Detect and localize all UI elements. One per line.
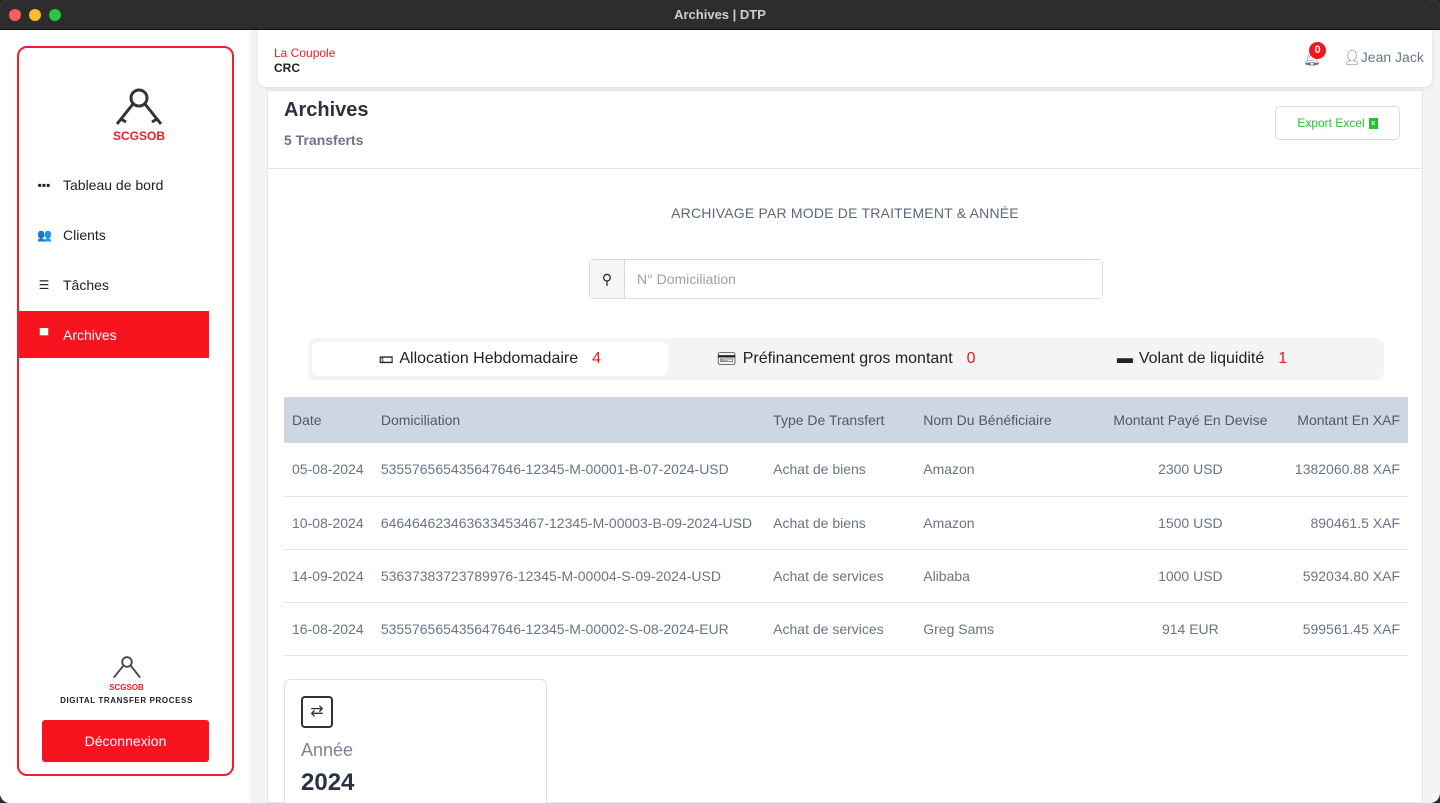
- table-cell: 535576565435647646-12345-M-00001-B-07-20…: [372, 443, 766, 497]
- table-cell: 1000 USD: [1093, 549, 1287, 603]
- table-cell: 16-08-2024: [284, 602, 373, 656]
- table-cell: 592034.80 XAF: [1286, 549, 1408, 603]
- table-cell: Achat de services: [765, 549, 916, 603]
- col-montant-xaf[interactable]: Montant En XAF: [1286, 397, 1408, 443]
- table-cell: Amazon: [915, 443, 1094, 497]
- sidebar-item-tableau-de-bord[interactable]: ▪▪▪ Tableau de bord: [19, 161, 209, 208]
- tab-label: Allocation Hebdomadaire: [399, 350, 579, 367]
- section-title: ARCHIVAGE PAR MODE DE TRAITEMENT & ANNÉE: [671, 205, 1019, 221]
- table-cell: 1500 USD: [1093, 496, 1287, 550]
- table-row[interactable]: 16-08-2024 535576565435647646-12345-M-000…: [284, 602, 1408, 656]
- sidebar-item-archives[interactable]: ▀ Archives: [19, 311, 209, 358]
- exchange-arrows-icon: ⇄: [301, 696, 333, 728]
- divider: [268, 168, 1422, 169]
- tab-label: Volant de liquidité: [1138, 350, 1265, 367]
- col-domiciliation[interactable]: Domiciliation: [372, 397, 766, 443]
- archives-table-container: Date Domiciliation Type De Transfert Nom…: [284, 397, 1408, 656]
- money-check-icon: 💳︎: [716, 351, 737, 368]
- logout-button[interactable]: Déconnexion: [42, 720, 209, 762]
- table-cell: 1382060.88 XAF: [1286, 443, 1408, 497]
- archive-icon: ▀: [39, 327, 49, 342]
- table-cell: 05-08-2024: [284, 443, 373, 497]
- table-cell: 14-09-2024: [284, 549, 373, 603]
- table-cell: Amazon: [915, 496, 1094, 550]
- app-window: Archives | DTP SCGSOB ▪▪▪ Tableau de bord…: [0, 0, 1440, 803]
- sidebar-item-label: Clients: [63, 226, 106, 243]
- mode-tabs: 💵︎ Allocation Hebdomadaire 4 💳︎ Préfinancem…: [308, 338, 1384, 380]
- page-title: Archives: [284, 99, 369, 121]
- table-cell: 10-08-2024: [284, 496, 373, 550]
- export-label: Export Excel: [1297, 116, 1365, 130]
- transfer-count: 5 Transferts: [284, 132, 364, 148]
- grid-icon: ▪▪▪: [37, 177, 51, 192]
- sidebar-item-taches[interactable]: ☰ Tâches: [19, 261, 209, 308]
- minimize-window-button[interactable]: [29, 9, 41, 21]
- table-cell: Achat de services: [765, 602, 916, 656]
- tab-count: 4: [592, 350, 602, 367]
- org-name: La Coupole: [274, 46, 336, 60]
- tab-allocation-hebdomadaire[interactable]: 💵︎ Allocation Hebdomadaire 4: [312, 342, 668, 376]
- domiciliation-search-input[interactable]: [625, 260, 1102, 298]
- user-menu[interactable]: 👤︎Jean Jack: [1343, 49, 1424, 66]
- users-icon: 👥: [37, 227, 52, 242]
- table-cell: 535576565435647646-12345-M-00002-S-08-20…: [372, 602, 766, 656]
- export-excel-button[interactable]: Export Excel x: [1275, 106, 1400, 140]
- col-date[interactable]: Date: [284, 397, 373, 443]
- tab-count: 1: [1278, 350, 1288, 367]
- table-row[interactable]: 05-08-2024 535576565435647646-12345-M-000…: [284, 443, 1408, 497]
- col-beneficiaire[interactable]: Nom Du Bénéficiaire: [915, 397, 1094, 443]
- sidebar-frame: SCGSOB ▪▪▪ Tableau de bord 👥 Clients ☰ Tâch…: [17, 46, 234, 776]
- user-icon: 👤︎: [1343, 49, 1361, 65]
- col-montant-devise[interactable]: Montant Payé En Devise: [1093, 397, 1287, 443]
- tasks-icon: ☰: [38, 277, 50, 292]
- close-window-button[interactable]: [9, 9, 21, 21]
- org-code: CRC: [274, 61, 300, 75]
- table-cell: 2300 USD: [1093, 443, 1287, 497]
- tab-prefinancement-gros-montant[interactable]: 💳︎ Préfinancement gros montant 0: [668, 342, 1024, 376]
- sidebar-item-label: Archives: [63, 326, 117, 343]
- year-label: Année: [301, 740, 354, 760]
- top-header: La Coupole CRC 🔔︎ 0 👤︎Jean Jack: [258, 30, 1432, 87]
- sidebar-item-clients[interactable]: 👥 Clients: [19, 211, 209, 258]
- table-cell: 53637383723789976-12345-M-00004-S-09-202…: [372, 549, 766, 603]
- scgsob-logo: SCGSOB: [99, 86, 179, 156]
- table-cell: Achat de biens: [765, 443, 916, 497]
- title-bar: Archives | DTP: [0, 0, 1440, 30]
- sidebar-item-label: Tâches: [63, 276, 109, 293]
- tab-volant-de-liquidite[interactable]: ▬ Volant de liquidité 1: [1024, 342, 1380, 376]
- table-cell: 599561.45 XAF: [1286, 602, 1408, 656]
- window-title: Archives | DTP: [674, 7, 766, 22]
- year-value: 2024: [301, 769, 355, 796]
- search-bar: ⚲: [589, 259, 1103, 299]
- user-name: Jean Jack: [1360, 49, 1424, 65]
- col-type[interactable]: Type De Transfert: [765, 397, 916, 443]
- table-cell: 890461.5 XAF: [1286, 496, 1408, 550]
- table-row[interactable]: 14-09-2024 53637383723789976-12345-M-0000…: [284, 549, 1408, 603]
- table-cell: 646464623463633453467-12345-M-00003-B-09…: [372, 496, 766, 550]
- table-row[interactable]: 10-08-2024 646464623463633453467-12345-M-…: [284, 496, 1408, 550]
- archives-card: Archives 5 Transferts Export Excel x ARCH…: [267, 90, 1423, 803]
- year-card[interactable]: ⇄ Année 2024: [284, 679, 547, 803]
- table-cell: Alibaba: [915, 549, 1094, 603]
- dtp-logo: SCGSOB DIGITAL TRANSFER PROCESS: [49, 654, 204, 705]
- money-bill-icon: 💵︎: [378, 350, 394, 367]
- table-cell: 914 EUR: [1093, 602, 1287, 656]
- sidebar-item-label: Tableau de bord: [63, 176, 164, 193]
- tab-count: 0: [966, 350, 976, 367]
- notification-badge: 0: [1309, 42, 1326, 59]
- dtp-caption: DIGITAL TRANSFER PROCESS: [60, 696, 193, 705]
- sidebar: SCGSOB ▪▪▪ Tableau de bord 👥 Clients ☰ Tâch…: [0, 30, 250, 803]
- maximize-window-button[interactable]: [49, 9, 61, 21]
- table-cell: Greg Sams: [915, 602, 1094, 656]
- search-icon: ⚲: [590, 260, 625, 298]
- table-cell: Achat de biens: [765, 496, 916, 550]
- excel-file-icon: x: [1368, 117, 1378, 129]
- tab-label: Préfinancement gros montant: [742, 350, 953, 367]
- archives-table: Date Domiciliation Type De Transfert Nom…: [284, 397, 1408, 656]
- wallet-icon: ▬: [1116, 350, 1133, 367]
